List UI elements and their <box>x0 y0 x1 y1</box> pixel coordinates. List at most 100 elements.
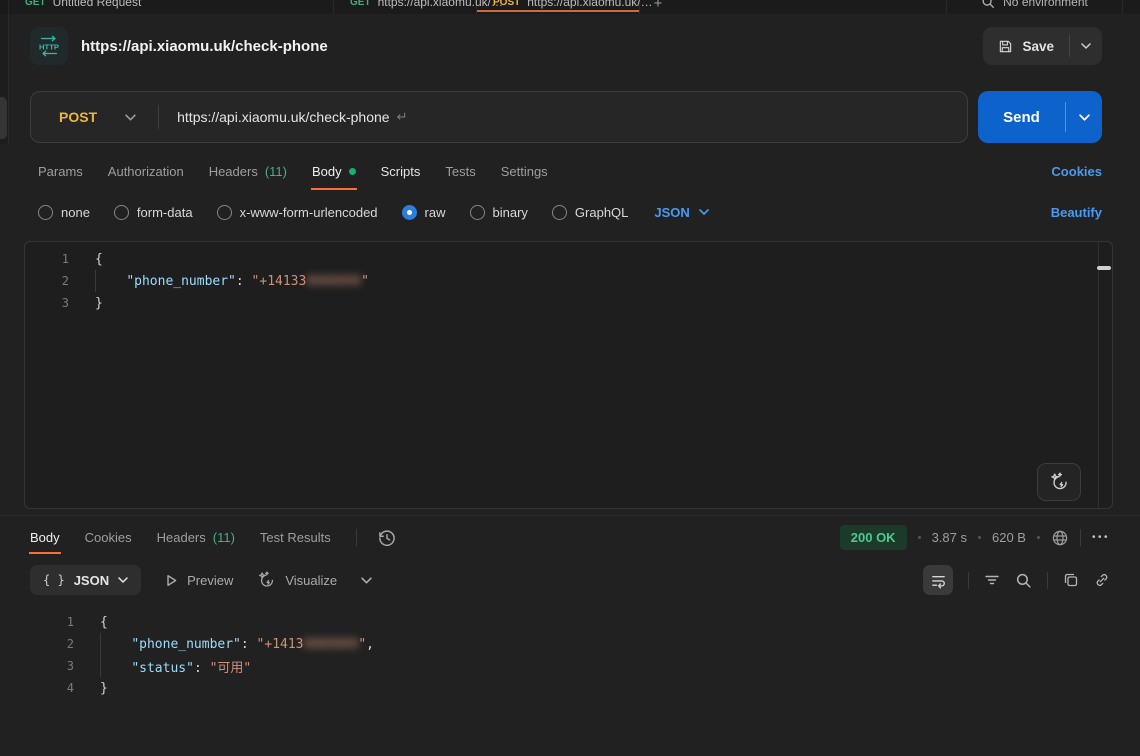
code-line: 2 "phone_number": "+14130000000", <box>30 633 1140 655</box>
request-tab-untitled[interactable]: GETUntitled Request <box>9 0 334 14</box>
enter-hint: ↵ <box>397 109 408 125</box>
body-mode-urlencoded[interactable]: x-www-form-urlencoded <box>217 205 378 220</box>
tab-tests[interactable]: Tests <box>445 164 475 179</box>
send-button[interactable]: Send <box>978 91 1065 143</box>
response-history-button[interactable] <box>377 528 397 548</box>
line-number: 1 <box>30 615 100 629</box>
radio-icon <box>470 205 485 220</box>
response-format-selector[interactable]: { } JSON <box>30 565 141 595</box>
response-tabs: Body Cookies Headers(11) Test Results 20… <box>0 515 1140 559</box>
tab-title: https://api.xiaomu.uk/… <box>527 0 652 9</box>
network-info-button[interactable] <box>1051 529 1069 547</box>
method-label: GET <box>25 0 46 8</box>
tab-params[interactable]: Params <box>38 164 83 179</box>
code-line: 1 { <box>30 611 1140 633</box>
visualize-options-button[interactable] <box>361 577 372 584</box>
preview-button[interactable]: Preview <box>165 573 233 588</box>
cookies-link[interactable]: Cookies <box>1051 164 1102 179</box>
request-tab-2[interactable]: GEThttps://api.xiaomu.uk/… <box>334 0 477 14</box>
chevron-down-icon <box>118 577 128 583</box>
method-label: POST <box>59 109 97 125</box>
body-mode-none[interactable]: none <box>38 205 90 220</box>
copy-icon <box>1063 572 1079 588</box>
body-mode-form-data[interactable]: form-data <box>114 205 193 220</box>
tab-bar-spacer <box>676 0 946 14</box>
save-label: Save <box>1022 39 1054 54</box>
radio-icon <box>217 205 232 220</box>
response-tab-body[interactable]: Body <box>30 530 60 545</box>
code-line: 2 "phone_number": "+141330000000" <box>25 270 1112 292</box>
json-key: "phone_number" <box>131 637 241 652</box>
line-number: 2 <box>25 274 95 288</box>
tab-authorization[interactable]: Authorization <box>108 164 184 179</box>
body-type-options: none form-data x-www-form-urlencoded raw… <box>0 191 1140 233</box>
filter-icon <box>984 572 1000 588</box>
tab-body[interactable]: Body <box>312 164 356 179</box>
response-toolbar: { } JSON Preview Visualize <box>0 559 1140 601</box>
json-string: "+1413 <box>257 637 304 652</box>
search-response-button[interactable] <box>1015 572 1032 589</box>
editor-scrollbar-thumb[interactable] <box>1097 266 1111 270</box>
response-tab-cookies[interactable]: Cookies <box>85 530 132 545</box>
scrollbar-track <box>1098 242 1099 508</box>
response-tab-test-results[interactable]: Test Results <box>260 530 331 545</box>
json-key: "status" <box>131 661 194 676</box>
copy-response-button[interactable] <box>1063 572 1079 588</box>
divider <box>1080 529 1081 546</box>
tab-headers[interactable]: Headers(11) <box>209 164 287 179</box>
save-icon <box>998 39 1013 54</box>
url-box: POST https://api.xiaomu.uk/check-phone ↵ <box>30 91 968 143</box>
dot-separator <box>978 536 981 539</box>
request-header: HTTP https://api.xiaomu.uk/check-phone S… <box>0 14 1140 78</box>
headers-count: (11) <box>213 530 235 545</box>
chevron-down-icon <box>361 577 372 584</box>
wrap-lines-button[interactable] <box>923 565 953 595</box>
search-icon <box>1015 572 1032 589</box>
body-mode-raw[interactable]: raw <box>402 205 446 220</box>
dot-separator <box>918 536 921 539</box>
url-input[interactable]: https://api.xiaomu.uk/check-phone ↵ <box>177 109 967 125</box>
code-line: 4 } <box>30 677 1140 699</box>
method-label: GET <box>350 0 371 8</box>
history-clock-icon <box>377 528 397 548</box>
code-line: 3 } <box>25 292 1112 314</box>
more-options-button[interactable]: ••• <box>1092 532 1110 543</box>
request-body-editor[interactable]: 1 { 2 "phone_number": "+141330000000" 3 … <box>24 241 1113 509</box>
language-selector[interactable]: JSON <box>654 205 708 220</box>
filter-button[interactable] <box>984 572 1000 588</box>
unsaved-changes-dot <box>349 168 356 175</box>
save-button[interactable]: Save <box>983 27 1069 65</box>
beautify-link[interactable]: Beautify <box>1051 205 1102 220</box>
divider <box>1047 572 1048 589</box>
method-selector[interactable]: POST <box>31 109 158 125</box>
body-mode-binary[interactable]: binary <box>470 205 528 220</box>
sidebar-edge <box>0 0 9 14</box>
code-line: 1 { <box>25 248 1112 270</box>
tab-bar-end <box>1123 0 1140 14</box>
share-link-button[interactable] <box>1094 572 1110 588</box>
environment-selector[interactable]: No environment <box>946 0 1123 14</box>
status-badge[interactable]: 200 OK <box>840 525 907 550</box>
save-options-button[interactable] <box>1070 27 1102 65</box>
request-tab-active[interactable]: POSThttps://api.xiaomu.uk/… <box>477 0 640 14</box>
indent-guide <box>100 633 101 677</box>
postbot-button[interactable] <box>1037 463 1081 501</box>
tab-scripts[interactable]: Scripts <box>381 164 421 179</box>
wrap-text-icon <box>930 572 947 589</box>
tab-settings[interactable]: Settings <box>501 164 548 179</box>
environment-label: No environment <box>1003 0 1088 9</box>
send-button-group: Send <box>978 91 1102 143</box>
response-tab-headers[interactable]: Headers(11) <box>157 530 235 545</box>
response-time[interactable]: 3.87 s <box>932 530 967 545</box>
sidebar-drag-handle[interactable] <box>0 97 7 139</box>
response-body-viewer[interactable]: 1 { 2 "phone_number": "+14130000000", 3 … <box>0 601 1140 699</box>
body-mode-graphql[interactable]: GraphQL <box>552 205 628 220</box>
chevron-down-icon <box>125 114 136 121</box>
method-label: POST <box>493 0 520 8</box>
radio-icon <box>38 205 53 220</box>
visualize-button[interactable]: Visualize <box>257 571 337 590</box>
response-size[interactable]: 620 B <box>992 530 1026 545</box>
send-options-button[interactable] <box>1066 91 1102 143</box>
indent-guide <box>95 270 96 292</box>
redacted-phone-digits: 0000000 <box>304 637 359 652</box>
